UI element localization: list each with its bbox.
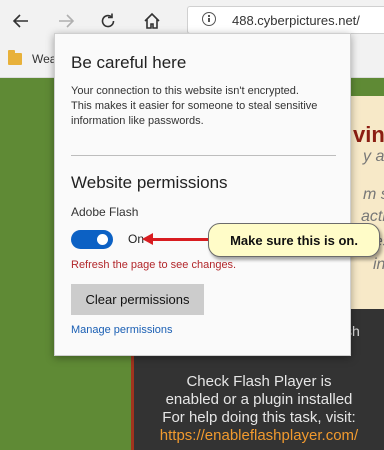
favorites-item[interactable]: Wea: [32, 52, 56, 66]
callout-text: Make sure this is on.: [230, 232, 358, 248]
address-bar[interactable]: 488.cyberpictures.net/: [187, 6, 384, 34]
refresh-icon[interactable]: [96, 9, 120, 33]
page-text-line: m se: [363, 186, 384, 203]
home-icon[interactable]: [140, 9, 164, 33]
popup-title: Be careful here: [71, 53, 187, 72]
flash-message-line: enabled or a plugin installed: [165, 391, 353, 408]
refresh-notice: Refresh the page to see changes.: [71, 259, 237, 271]
address-url: 488.cyberpictures.net/: [232, 13, 360, 28]
callout-arrow: [148, 238, 210, 241]
folder-icon: [8, 50, 22, 65]
forward-icon[interactable]: [54, 9, 78, 33]
warning-line: Your connection to this website isn't en…: [71, 85, 299, 97]
callout-arrowhead: [142, 233, 153, 245]
site-info-popup: Be careful here Your connection to this …: [54, 33, 351, 356]
info-icon[interactable]: [202, 12, 216, 26]
flash-message-line: Check Flash Player is: [186, 373, 332, 390]
toggle-knob: [97, 234, 108, 245]
page-text-line: y and: [363, 148, 384, 165]
flash-message: Check Flash Player is enabled or a plugi…: [134, 373, 384, 445]
flash-message-line: For help doing this task, visit:: [162, 409, 356, 426]
page-text-line: in: [373, 256, 384, 273]
callout-note: Make sure this is on.: [208, 223, 380, 257]
divider: [71, 155, 336, 156]
enable-flash-link[interactable]: https://enableflashplayer.com/: [134, 427, 384, 445]
adobe-flash-label: Adobe Flash: [71, 205, 139, 219]
page-heading: vin: [353, 122, 384, 147]
permissions-title: Website permissions: [71, 173, 228, 192]
connection-warning: Your connection to this website isn't en…: [71, 84, 333, 129]
manage-permissions-link[interactable]: Manage permissions: [71, 324, 173, 336]
adobe-flash-toggle[interactable]: [71, 230, 113, 249]
clear-permissions-button[interactable]: Clear permissions: [71, 284, 204, 315]
warning-line: This makes it easier for someone to stea…: [71, 100, 318, 112]
warning-line: information like passwords.: [71, 115, 204, 127]
back-icon[interactable]: [9, 9, 33, 33]
